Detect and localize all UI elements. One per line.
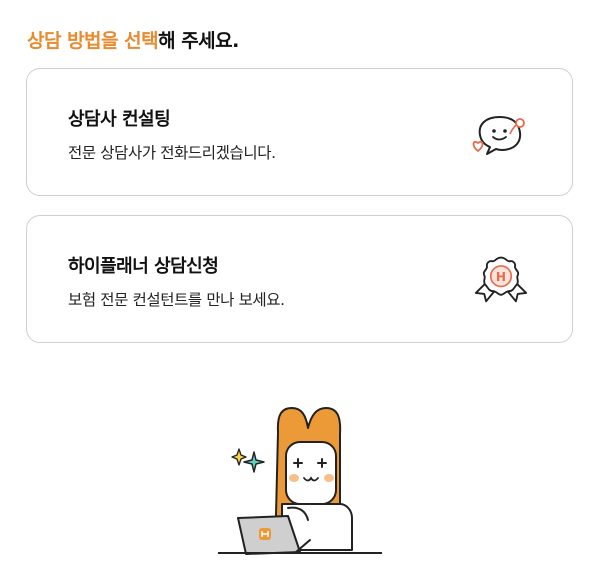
- option-card-hiplanner[interactable]: 하이플래너 상담신청 보험 전문 컨설턴트를 만나 보세요. H: [26, 215, 573, 343]
- sparkle-icon: [243, 451, 265, 473]
- option-description: 전문 상담사가 전화드리겠습니다.: [68, 144, 276, 162]
- h-badge-ribbon-icon: H: [474, 256, 528, 303]
- option-title: 하이플래너 상담신청: [68, 256, 219, 277]
- option-title: 상담사 컨설팅: [68, 109, 171, 130]
- option-description: 보험 전문 컨설턴트를 만나 보세요.: [68, 291, 285, 309]
- page-title: 상담 방법을 선택해 주세요.: [27, 26, 239, 53]
- mascot-illustration: [218, 407, 382, 555]
- page-title-rest: 해 주세요.: [158, 30, 239, 52]
- svg-text:H: H: [496, 270, 506, 284]
- page-title-accent: 상담 방법을 선택: [27, 30, 159, 52]
- option-card-counselor[interactable]: 상담사 컨설팅 전문 상담사가 전화드리겠습니다.: [26, 68, 573, 196]
- chat-bubble-heart-icon: [472, 116, 525, 155]
